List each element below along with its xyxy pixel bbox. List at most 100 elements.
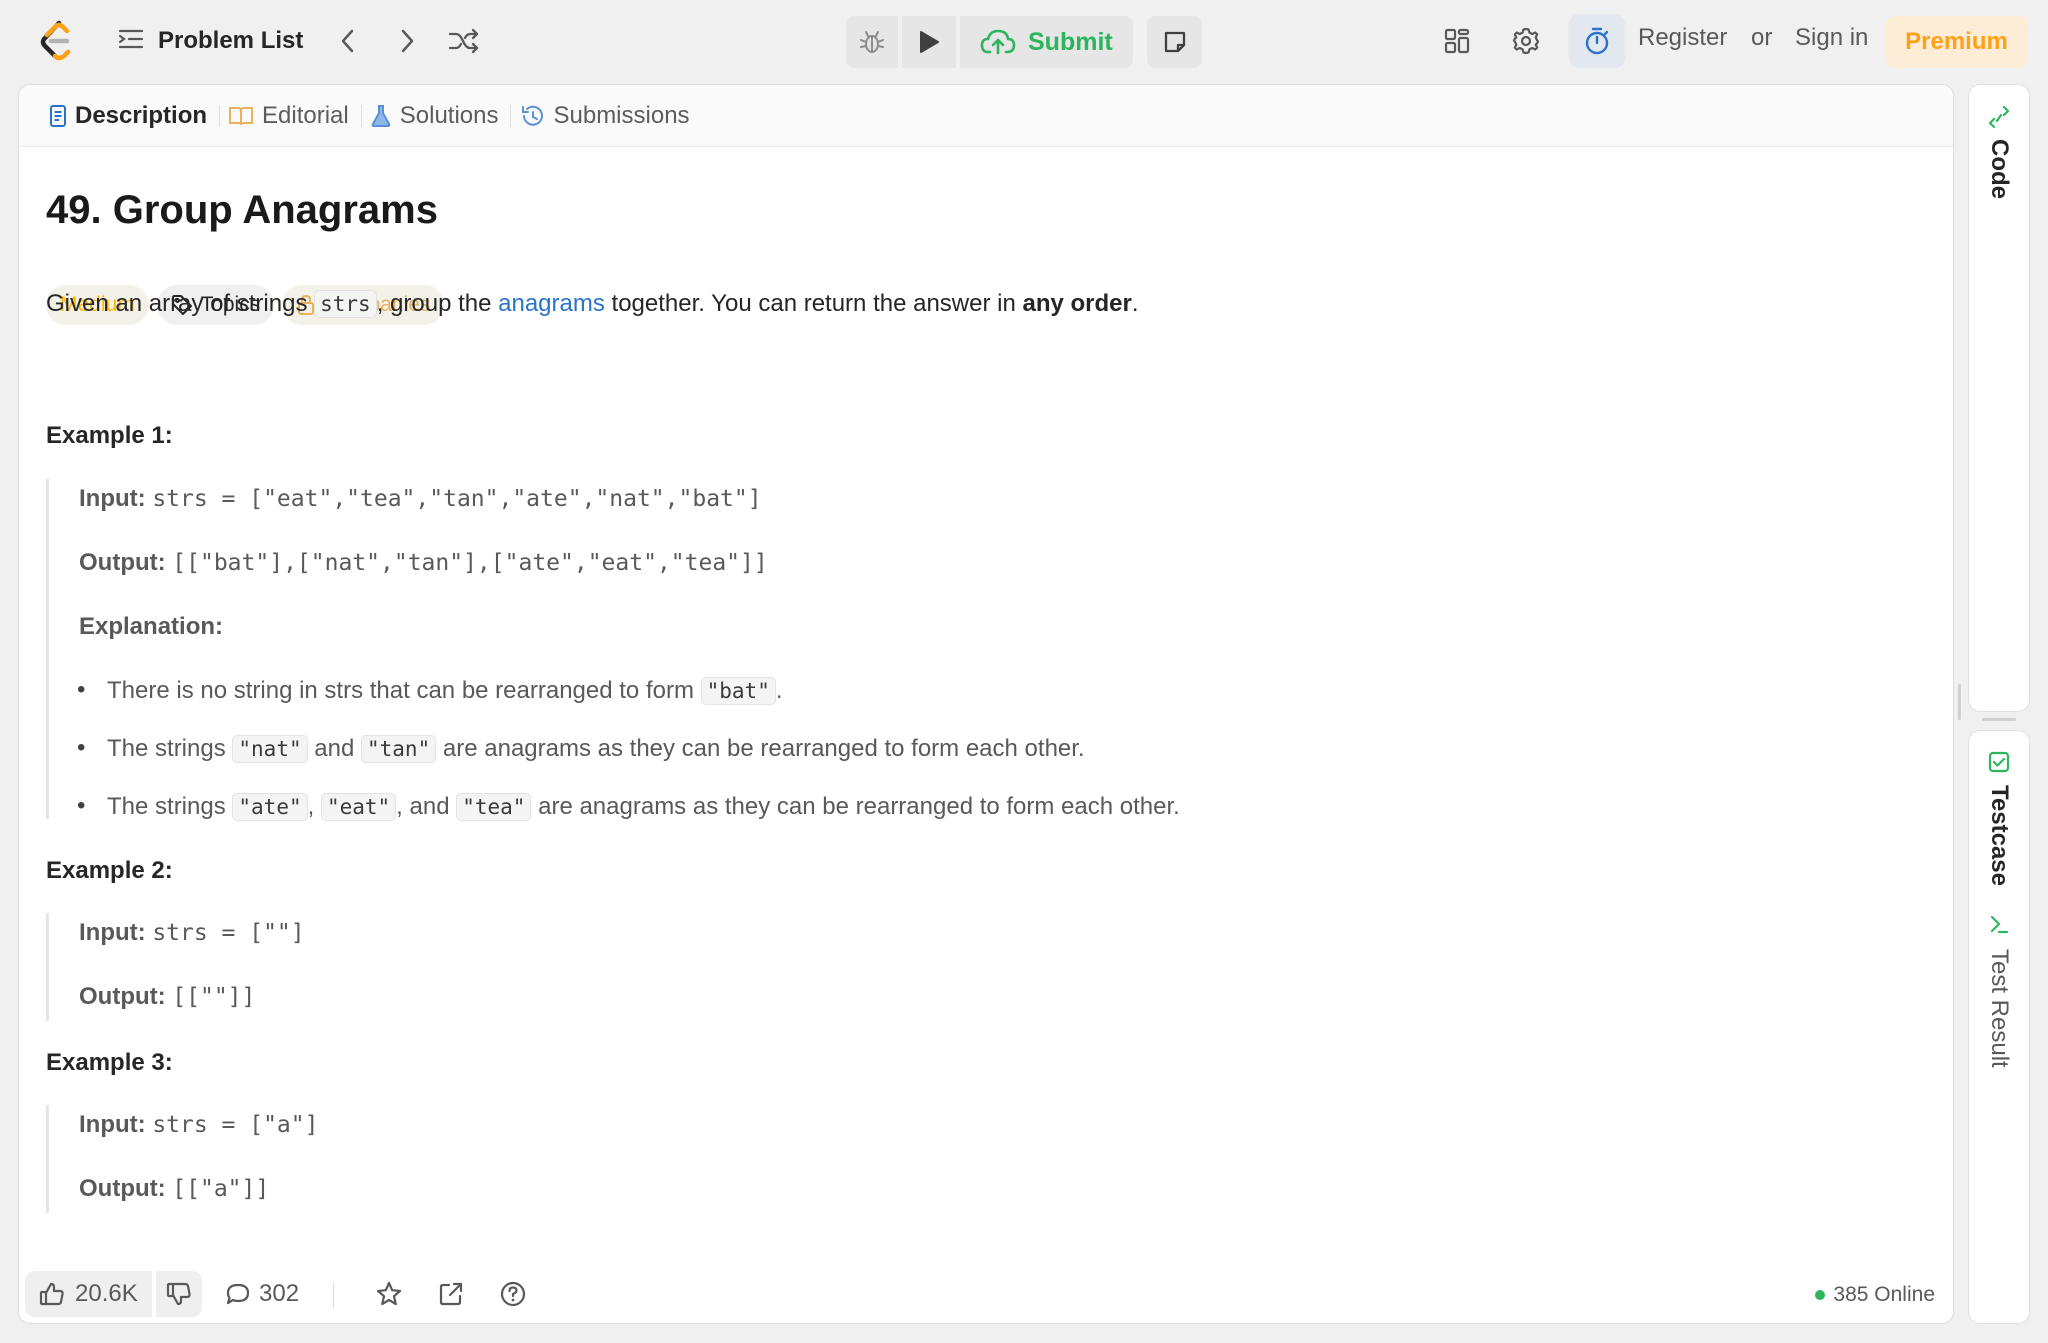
- inline-code: "ate": [232, 793, 308, 821]
- problem-list-label: Problem List: [158, 27, 304, 54]
- list-icon: [118, 27, 144, 56]
- debug-button[interactable]: [846, 16, 898, 68]
- next-problem-button[interactable]: [384, 18, 430, 64]
- notes-button[interactable]: [1147, 16, 1202, 68]
- chevron-left-icon: [341, 29, 354, 53]
- output-value: [[""]]: [172, 984, 256, 1010]
- bullet-text: are anagrams as they can be rearranged t…: [436, 735, 1085, 762]
- explanation-bullet: There is no string in strs that can be r…: [77, 676, 783, 705]
- example-output: Output: [["a"]]: [79, 1175, 269, 1203]
- prev-problem-button[interactable]: [325, 18, 371, 64]
- problem-list-button[interactable]: Problem List: [114, 18, 307, 64]
- bullet-text: ,: [307, 793, 321, 820]
- anagrams-link[interactable]: anagrams: [498, 290, 605, 317]
- note-icon: [1164, 31, 1185, 53]
- example-input: Input: strs = [""]: [79, 919, 305, 947]
- explanation-bullet: The strings "ate", "eat", and "tea" are …: [77, 792, 1180, 821]
- bullet-text: .: [775, 677, 783, 704]
- comment-count: 302: [259, 1280, 300, 1307]
- gear-icon: [1512, 27, 1540, 55]
- run-button[interactable]: [902, 16, 956, 68]
- thumbs-up-icon: [39, 1282, 64, 1306]
- input-value: strs = ["a"]: [152, 1112, 319, 1138]
- leetcode-logo[interactable]: [37, 20, 75, 62]
- testcase-tab[interactable]: Testcase: [1985, 785, 2013, 886]
- like-button[interactable]: 20.6K: [25, 1271, 152, 1317]
- panel-footer: 20.6K 302 385 Online: [19, 1267, 1953, 1323]
- comment-icon: [226, 1283, 250, 1305]
- favorite-button[interactable]: [375, 1271, 403, 1317]
- test-result-tab[interactable]: Test Result: [1985, 949, 2013, 1068]
- output-label: Output:: [79, 1175, 166, 1202]
- footer-divider: [333, 1282, 334, 1308]
- layout-button[interactable]: [1434, 18, 1480, 64]
- flask-icon: [371, 104, 391, 127]
- input-value: strs = ["eat","tea","tan","ate","nat","b…: [152, 486, 762, 512]
- bullet-text: The strings: [107, 735, 233, 762]
- star-icon: [376, 1281, 402, 1306]
- bullet-text: , and: [396, 793, 457, 820]
- tab-submissions-label: Submissions: [553, 101, 690, 129]
- sign-in-link[interactable]: Sign in: [1795, 24, 1868, 52]
- help-button[interactable]: [499, 1271, 527, 1317]
- random-problem-button[interactable]: [441, 18, 487, 64]
- problem-description: Given an array of strings strs, group th…: [46, 287, 1139, 321]
- explanation-bullet: The strings "nat" and "tan" are anagrams…: [77, 734, 1085, 763]
- stopwatch-icon: [1585, 27, 1609, 55]
- desc-text: together. You can return the answer in: [604, 290, 1023, 317]
- input-label: Input:: [79, 919, 146, 946]
- example-3-heading: Example 3:: [46, 1049, 173, 1076]
- shuffle-icon: [448, 28, 479, 54]
- input-value: strs = [""]: [152, 920, 305, 946]
- vertical-resize-handle[interactable]: [1958, 684, 1961, 720]
- bullet-text: The strings: [107, 793, 233, 820]
- bullet-text: are anagrams as they can be rearranged t…: [531, 793, 1180, 820]
- run-submit-group: Submit: [846, 16, 1133, 68]
- panel-tabs: Description Editorial Solutions Submissi…: [19, 85, 1953, 147]
- dislike-button[interactable]: [155, 1271, 202, 1317]
- vote-group: 20.6K: [25, 1271, 202, 1317]
- desc-bold: any order: [1022, 290, 1132, 317]
- inline-code: "tea": [456, 793, 532, 821]
- submit-button[interactable]: Submit: [960, 16, 1133, 68]
- tab-submissions[interactable]: Submissions: [511, 102, 701, 130]
- bug-icon: [860, 31, 884, 53]
- input-label: Input:: [79, 1111, 146, 1138]
- horizontal-resize-handle[interactable]: [1982, 718, 2016, 721]
- tab-editorial-label: Editorial: [262, 101, 349, 129]
- tab-description-label: Description: [75, 101, 208, 129]
- timer-button[interactable]: [1569, 14, 1625, 68]
- share-button[interactable]: [437, 1271, 465, 1317]
- play-icon: [920, 31, 939, 53]
- settings-button[interactable]: [1503, 18, 1549, 64]
- problem-title[interactable]: 49. Group Anagrams: [46, 190, 438, 230]
- explanation-label: Explanation:: [79, 613, 223, 641]
- example-2-heading: Example 2:: [46, 857, 173, 884]
- desc-text: Given an array of strings: [46, 290, 315, 317]
- question-circle-icon: [500, 1281, 526, 1307]
- cloud-upload-icon: [980, 29, 1016, 55]
- tab-description[interactable]: Description: [41, 102, 219, 130]
- bullet-text: There is no string in strs that can be r…: [107, 677, 701, 704]
- example-1-block: Input: strs = ["eat","tea","tan","ate","…: [46, 479, 1180, 821]
- output-value: [["a"]]: [172, 1176, 270, 1202]
- comments-button[interactable]: 302: [225, 1271, 299, 1317]
- output-label: Output:: [79, 983, 166, 1010]
- register-link[interactable]: Register: [1638, 24, 1727, 52]
- code-pane-label: Code: [1986, 139, 2013, 199]
- description-icon: [50, 104, 66, 127]
- thumbs-down-icon: [166, 1282, 191, 1306]
- inline-code: "bat": [700, 677, 776, 705]
- explanation-text: Explanation:: [79, 613, 224, 640]
- example-output: Output: [[""]]: [79, 983, 255, 1011]
- code-pane-collapsed[interactable]: Code: [1968, 84, 2030, 712]
- input-label: Input:: [79, 485, 146, 512]
- tab-solutions[interactable]: Solutions: [362, 102, 511, 130]
- example-input: Input: strs = ["a"]: [79, 1111, 318, 1139]
- tab-editorial[interactable]: Editorial: [220, 102, 361, 130]
- bullet-text: and: [307, 735, 361, 762]
- inline-code: "tan": [361, 735, 437, 763]
- premium-button[interactable]: Premium: [1885, 16, 2028, 68]
- like-count: 20.6K: [75, 1280, 138, 1307]
- output-label: Output:: [79, 549, 166, 576]
